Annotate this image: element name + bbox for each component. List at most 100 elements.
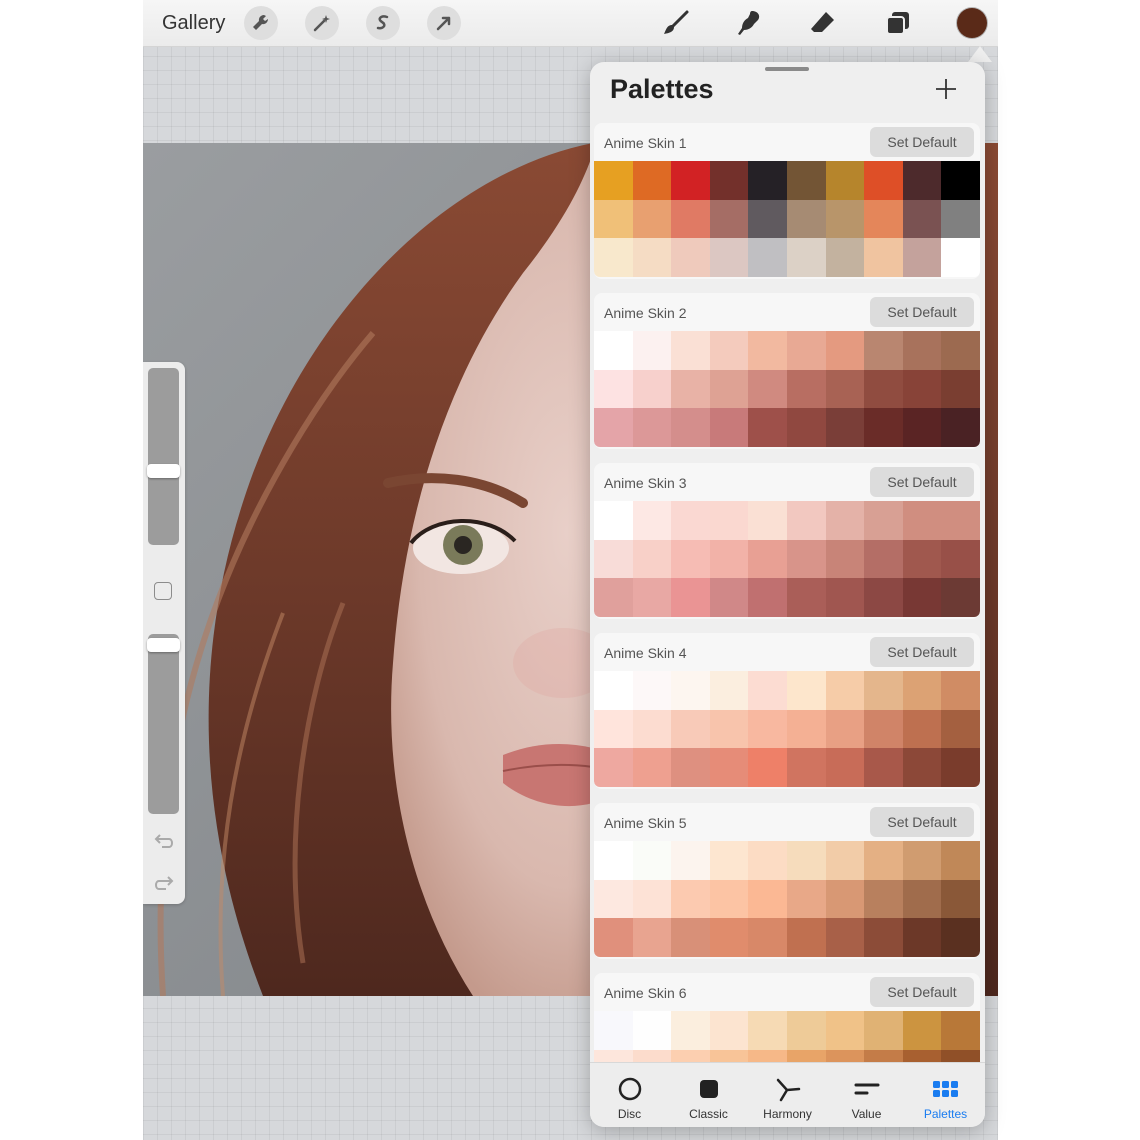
color-swatch[interactable] (902, 501, 942, 540)
color-swatch[interactable] (941, 578, 980, 617)
color-swatch[interactable] (709, 501, 749, 540)
color-swatch[interactable] (748, 841, 787, 880)
color-swatch[interactable] (709, 369, 749, 409)
color-swatch[interactable] (594, 748, 633, 787)
color-swatch[interactable] (825, 1011, 865, 1050)
color-swatch[interactable] (902, 369, 942, 409)
color-swatch[interactable] (902, 748, 942, 787)
tab-value[interactable]: Value (827, 1063, 906, 1127)
color-swatch[interactable] (864, 1011, 903, 1050)
palette-card[interactable]: Anime Skin 3 Set Default (594, 463, 980, 619)
selection-icon[interactable] (366, 6, 400, 40)
smudge-icon[interactable] (733, 7, 765, 39)
color-swatch[interactable] (825, 578, 865, 617)
color-swatch[interactable] (748, 331, 787, 370)
color-swatch[interactable] (902, 331, 942, 370)
redo-icon[interactable] (152, 874, 176, 894)
color-swatch[interactable] (748, 539, 787, 579)
color-swatch[interactable] (902, 238, 942, 277)
color-swatch[interactable] (594, 238, 633, 277)
color-swatch[interactable] (825, 501, 865, 540)
color-swatch[interactable] (632, 501, 672, 540)
color-swatch[interactable] (941, 199, 980, 239)
color-swatch[interactable] (941, 748, 980, 787)
color-swatch[interactable] (671, 671, 710, 710)
color-swatch[interactable] (941, 161, 980, 200)
color-swatch[interactable] (941, 501, 980, 540)
set-default-button[interactable]: Set Default (870, 977, 974, 1007)
color-swatch[interactable] (709, 709, 749, 749)
color-swatch[interactable] (709, 331, 749, 370)
color-swatch[interactable] (709, 841, 749, 880)
color-swatch[interactable] (825, 161, 865, 200)
color-swatch[interactable] (709, 1049, 749, 1063)
color-swatch[interactable] (632, 1011, 672, 1050)
color-swatch[interactable] (632, 578, 672, 617)
color-swatch[interactable] (864, 918, 903, 957)
color-swatch[interactable] (864, 539, 903, 579)
color-swatch[interactable] (825, 841, 865, 880)
transform-icon[interactable] (427, 6, 461, 40)
color-swatch[interactable] (671, 501, 710, 540)
color-swatch[interactable] (709, 748, 749, 787)
color-swatch[interactable] (786, 539, 826, 579)
set-default-button[interactable]: Set Default (870, 807, 974, 837)
color-swatch[interactable] (671, 918, 710, 957)
color-swatch[interactable] (786, 331, 826, 370)
color-swatch[interactable] (825, 408, 865, 447)
color-swatch[interactable] (786, 709, 826, 749)
color-swatch[interactable] (902, 918, 942, 957)
color-swatch[interactable] (786, 748, 826, 787)
color-swatch[interactable] (786, 161, 826, 200)
color-swatch[interactable] (671, 199, 710, 239)
color-swatch[interactable] (748, 709, 787, 749)
color-swatch[interactable] (902, 578, 942, 617)
color-swatch[interactable] (864, 841, 903, 880)
color-swatch[interactable] (748, 1011, 787, 1050)
color-swatch[interactable] (632, 918, 672, 957)
color-swatch[interactable] (709, 1011, 749, 1050)
panel-grabber[interactable] (765, 67, 809, 71)
color-swatch[interactable] (825, 199, 865, 239)
color-swatch[interactable] (632, 161, 672, 200)
brush-icon[interactable] (660, 7, 692, 39)
tab-harmony[interactable]: Harmony (748, 1063, 827, 1127)
color-swatch[interactable] (671, 408, 710, 447)
color-swatch[interactable] (632, 1049, 672, 1063)
palette-card[interactable]: Anime Skin 6 Set Default (594, 973, 980, 1063)
color-swatch[interactable] (594, 671, 633, 710)
color-swatch[interactable] (632, 879, 672, 919)
color-swatch[interactable] (864, 671, 903, 710)
color-swatch[interactable] (825, 918, 865, 957)
color-swatch[interactable] (825, 369, 865, 409)
color-swatch[interactable] (864, 578, 903, 617)
color-swatch[interactable] (671, 879, 710, 919)
color-swatch[interactable] (864, 748, 903, 787)
color-swatch[interactable] (748, 578, 787, 617)
color-swatch[interactable] (594, 539, 633, 579)
color-swatch[interactable] (825, 1049, 865, 1063)
set-default-button[interactable]: Set Default (870, 637, 974, 667)
palette-card[interactable]: Anime Skin 1 Set Default (594, 123, 980, 279)
color-swatch[interactable] (709, 238, 749, 277)
color-swatch[interactable] (594, 918, 633, 957)
color-swatch[interactable] (786, 408, 826, 447)
color-swatch[interactable] (632, 539, 672, 579)
color-swatch[interactable] (671, 238, 710, 277)
color-swatch[interactable] (902, 199, 942, 239)
color-swatch[interactable] (632, 408, 672, 447)
color-swatch[interactable] (709, 671, 749, 710)
brush-size-slider[interactable] (147, 368, 180, 545)
color-swatch[interactable] (786, 578, 826, 617)
color-swatch[interactable] (941, 1049, 980, 1063)
color-swatch[interactable] (941, 879, 980, 919)
color-swatch[interactable] (594, 578, 633, 617)
color-swatch[interactable] (786, 238, 826, 277)
color-swatch[interactable] (825, 671, 865, 710)
set-default-button[interactable]: Set Default (870, 127, 974, 157)
eraser-icon[interactable] (807, 7, 839, 39)
magic-wand-icon[interactable] (305, 6, 339, 40)
wrench-icon[interactable] (244, 6, 278, 40)
undo-icon[interactable] (152, 832, 176, 852)
color-swatch[interactable] (902, 709, 942, 749)
